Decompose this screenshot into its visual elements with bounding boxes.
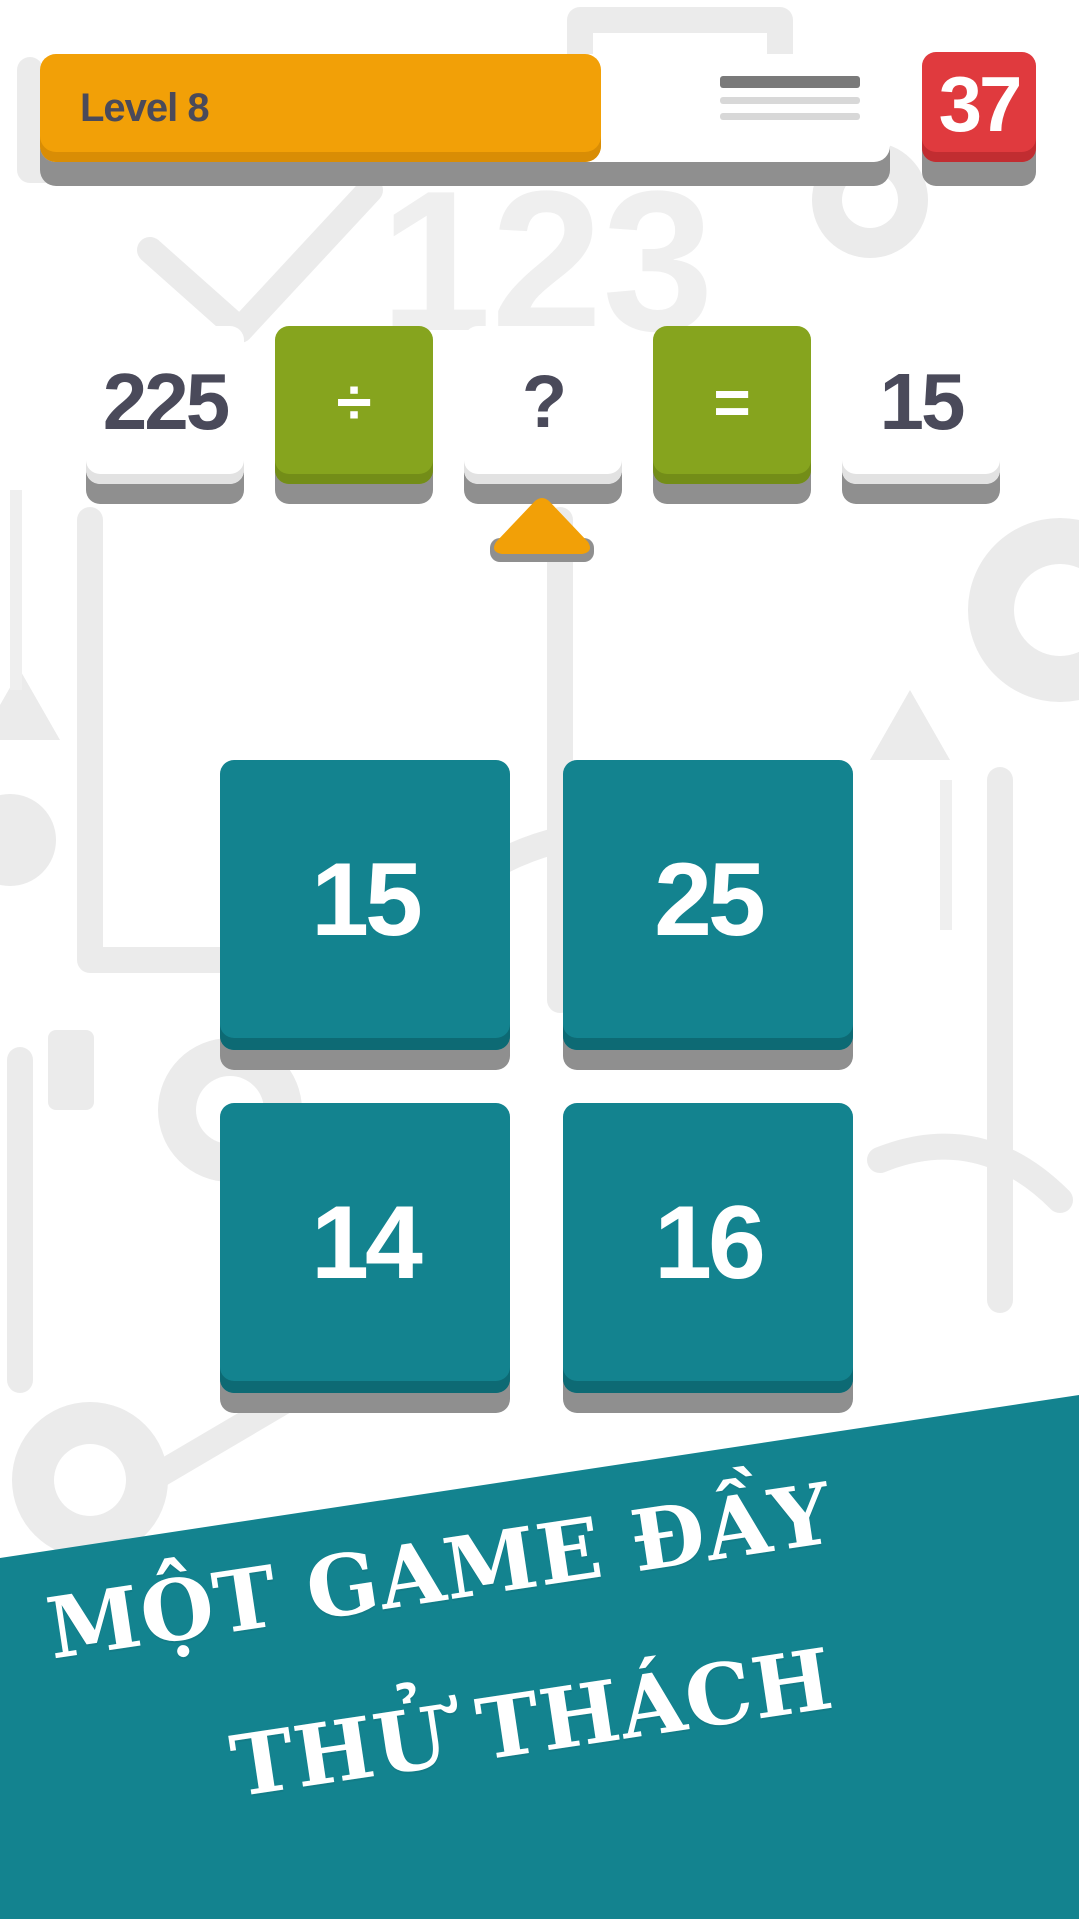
level-label: Level 8 [80, 86, 210, 130]
pointer-arrow-icon [490, 498, 594, 562]
equation-operand-left: 225 [86, 326, 244, 484]
level-progress-bar: Level 8 [40, 54, 890, 162]
progress-track-lines [720, 76, 860, 136]
timer-badge: 37 [922, 52, 1036, 162]
answer-button-2[interactable]: 25 [563, 760, 853, 1050]
answer-button-1[interactable]: 15 [220, 760, 510, 1050]
equation-result: 15 [842, 326, 1000, 484]
equation-operator-divide: ÷ [275, 326, 433, 484]
block-decoration [48, 1030, 94, 1110]
answer-button-3[interactable]: 14 [220, 1103, 510, 1393]
check-mark-icon [137, 177, 383, 343]
triangle-decoration [0, 670, 60, 740]
equation-unknown-slot: ? [464, 326, 622, 484]
gear-icon [0, 794, 56, 886]
answer-button-4[interactable]: 16 [563, 1103, 853, 1393]
equation-equals: = [653, 326, 811, 484]
protractor-icon [867, 1133, 1073, 1213]
triangle-decoration [870, 690, 950, 760]
